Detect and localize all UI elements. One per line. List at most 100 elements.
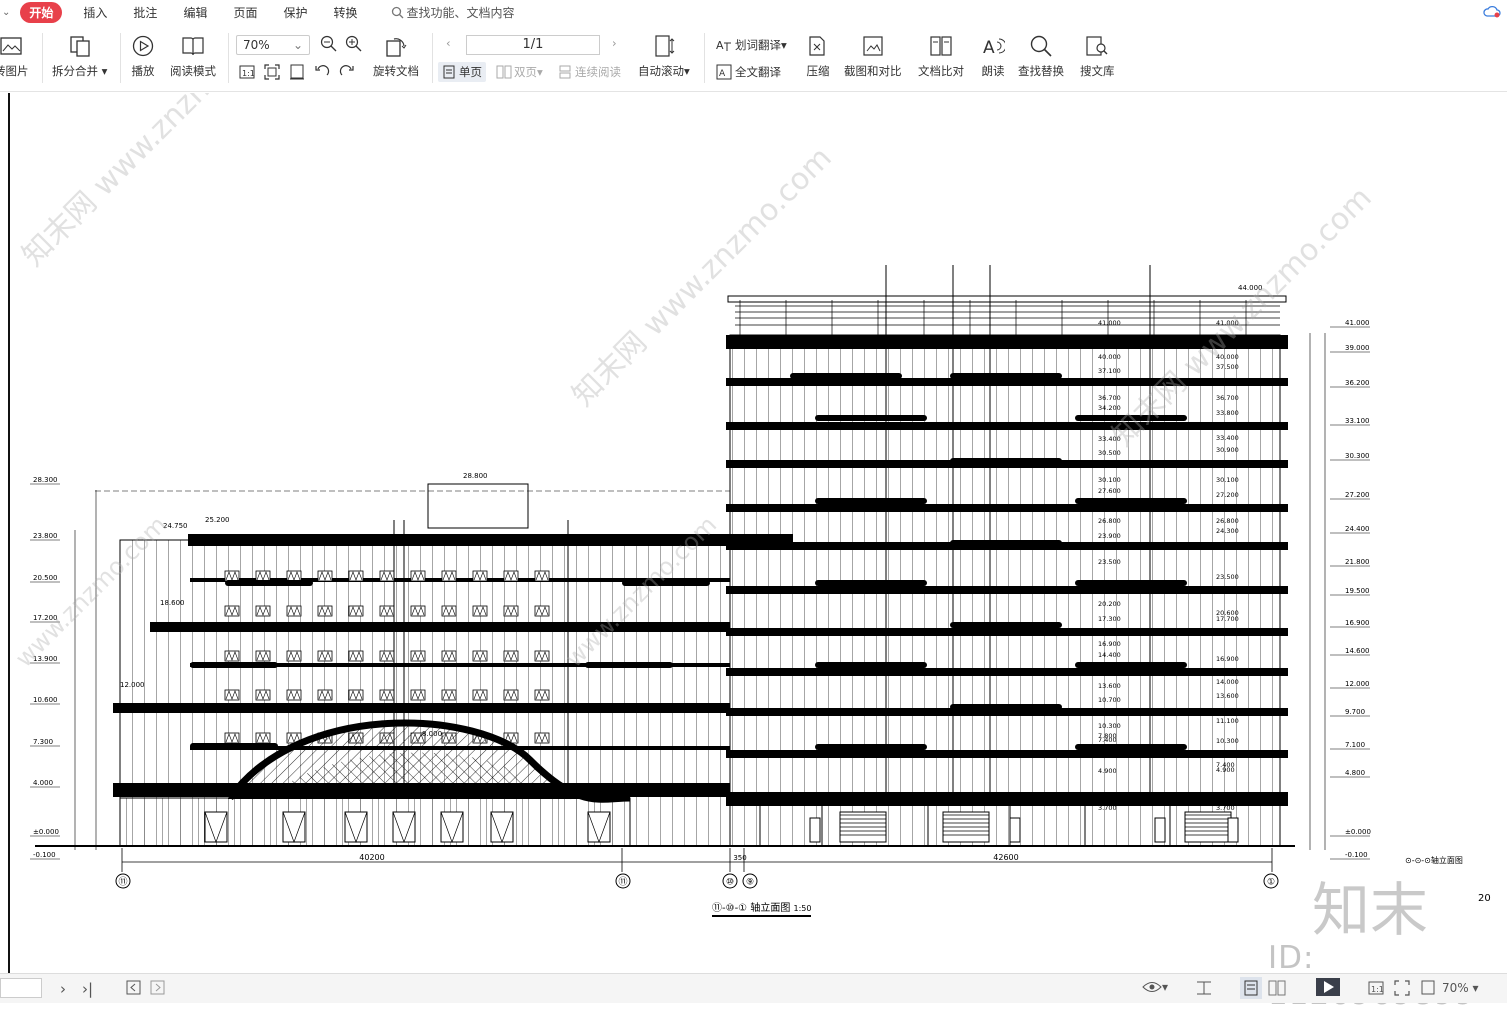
level-label: 14.600 bbox=[1345, 647, 1370, 655]
rotate-left-icon[interactable] bbox=[314, 64, 330, 80]
menu-page[interactable]: 页面 bbox=[233, 4, 257, 21]
menu-comment[interactable]: 批注 bbox=[133, 4, 157, 21]
svg-text:1:1: 1:1 bbox=[1371, 985, 1384, 994]
level-label: 30.100 bbox=[1216, 476, 1239, 484]
play-button[interactable]: 播放 bbox=[130, 33, 156, 79]
status-zoom[interactable]: 70% ▾ bbox=[1442, 981, 1479, 995]
screenshot-compare-button[interactable]: 截图和对比 bbox=[844, 33, 902, 79]
level-label: 20.500 bbox=[33, 574, 58, 582]
level-label: 27.200 bbox=[1216, 491, 1239, 499]
double-page-button[interactable]: 双页 ▾ bbox=[496, 64, 543, 80]
eye-icon[interactable]: ▾ bbox=[1142, 980, 1168, 994]
door bbox=[587, 811, 611, 843]
level-label: 16.900 bbox=[1216, 655, 1239, 663]
axis-label: ① bbox=[1267, 878, 1275, 888]
split-merge-button[interactable]: 拆分合并 ▾ bbox=[52, 33, 107, 79]
page-jump-input[interactable] bbox=[0, 978, 42, 998]
actual-size-icon[interactable]: 1:1 bbox=[1368, 980, 1384, 996]
level-label: 12.000 bbox=[120, 681, 145, 689]
level-label: 28.300 bbox=[33, 476, 58, 484]
menu-edit[interactable]: 编辑 bbox=[183, 4, 207, 21]
divider bbox=[120, 33, 121, 83]
auto-scroll-button[interactable]: 自动滚动▾ bbox=[638, 33, 690, 79]
toolbar: 转图片 拆分合并 ▾ 播放 阅读模式 70% ⌄ 1:1 旋转文档 ‹ 1/1 … bbox=[0, 25, 1507, 92]
level-label: 23.900 bbox=[1098, 532, 1121, 540]
level-label: 36.700 bbox=[1098, 394, 1121, 402]
document-canvas[interactable]: ⑪ ⑪ ⑩ ⑨ ① 40200 42600 350 28.300 23.800 20.500 17.2… bbox=[0, 93, 1507, 973]
last-page-icon[interactable]: ›| bbox=[82, 980, 93, 998]
zoom-out-icon[interactable] bbox=[320, 35, 338, 53]
balcony-bar bbox=[1075, 662, 1187, 668]
balcony-bar bbox=[950, 622, 1062, 628]
single-page-button[interactable]: 单页 bbox=[438, 62, 486, 82]
menu-convert[interactable]: 转换 bbox=[333, 4, 357, 21]
balcony-bar bbox=[1075, 498, 1187, 504]
search-library-button[interactable]: 搜文库 bbox=[1080, 33, 1115, 79]
balcony-bar bbox=[1075, 580, 1187, 586]
split-merge-icon bbox=[67, 33, 93, 59]
fit-page-icon[interactable] bbox=[1394, 980, 1410, 996]
level-label: -0.100 bbox=[33, 851, 56, 859]
axis-label: ⑨ bbox=[746, 878, 754, 888]
balcony-bar bbox=[815, 580, 927, 586]
doc-compare-button[interactable]: 文档比对 bbox=[918, 33, 964, 79]
actual-size-icon[interactable]: 1:1 bbox=[239, 64, 255, 80]
menu-protect[interactable]: 保护 bbox=[283, 4, 307, 21]
menu-insert[interactable]: 插入 bbox=[83, 4, 107, 21]
fit-width-icon[interactable] bbox=[289, 64, 305, 80]
word-translate-button[interactable]: A 划词翻译 ▾ bbox=[716, 37, 787, 53]
continuous-icon bbox=[559, 65, 571, 79]
next-view-icon[interactable] bbox=[150, 980, 165, 995]
svg-text:1:1: 1:1 bbox=[242, 69, 255, 78]
balcony-bar bbox=[790, 373, 902, 379]
next-page-icon[interactable]: › bbox=[60, 980, 66, 998]
function-search[interactable]: 查找功能、文档内容 bbox=[391, 4, 515, 21]
zoom-select[interactable]: 70% ⌄ bbox=[236, 35, 310, 55]
play-label: 播放 bbox=[131, 64, 155, 78]
search-icon bbox=[1028, 33, 1054, 59]
prev-page-icon[interactable]: ‹ bbox=[446, 36, 451, 50]
level-label: 3.700 bbox=[1216, 804, 1235, 812]
prev-view-icon[interactable] bbox=[126, 980, 141, 995]
chevron-down-icon[interactable]: ⌄ bbox=[2, 7, 10, 18]
double-page-view-icon[interactable] bbox=[1268, 980, 1286, 996]
svg-text:A: A bbox=[719, 69, 726, 79]
read-aloud-button[interactable]: A 朗读 bbox=[980, 33, 1006, 79]
level-label: 33.800 bbox=[1216, 409, 1239, 417]
level-label: 9.700 bbox=[1345, 708, 1365, 716]
find-replace-button[interactable]: 查找替换 bbox=[1018, 33, 1064, 79]
level-label: 19.500 bbox=[1345, 587, 1370, 595]
cloud-icon[interactable] bbox=[1483, 4, 1501, 21]
door bbox=[204, 811, 228, 843]
chevron-down-icon: ⌄ bbox=[292, 38, 303, 52]
svg-text:A: A bbox=[983, 38, 995, 58]
next-page-icon[interactable]: › bbox=[612, 36, 617, 50]
level-label: 10.300 bbox=[1216, 737, 1239, 745]
rotate-right-icon[interactable] bbox=[339, 64, 355, 80]
balcony-bar bbox=[190, 662, 278, 668]
rotate-doc-button[interactable]: 旋转文档 bbox=[373, 33, 419, 79]
sheet-legend: ⊙-⊙-⊙轴立面图 bbox=[1405, 856, 1463, 865]
page-indicator[interactable]: 1/1 bbox=[466, 35, 600, 55]
play-icon[interactable] bbox=[1316, 978, 1340, 996]
level-label: 17.300 bbox=[1098, 615, 1121, 623]
read-mode-button[interactable]: 阅读模式 bbox=[170, 33, 216, 79]
level-label: 16.900 bbox=[1345, 619, 1370, 627]
drawing-title: ⑪-⑩-① 轴立面图 1:50 bbox=[712, 899, 812, 917]
single-page-view-icon[interactable] bbox=[1240, 977, 1262, 999]
menu-start[interactable]: 开始 bbox=[20, 2, 63, 23]
fit-page-icon[interactable] bbox=[264, 64, 280, 80]
compress-button[interactable]: 压缩 bbox=[805, 33, 831, 79]
service-door bbox=[809, 817, 821, 843]
to-image-button[interactable]: 转图片 bbox=[0, 33, 29, 79]
level-label: -0.100 bbox=[1345, 851, 1368, 859]
split-view-icon[interactable] bbox=[1196, 980, 1212, 996]
menu-bar: ⌄ 开始 插入 批注 编辑 页面 保护 转换 查找功能、文档内容 bbox=[0, 0, 1507, 25]
full-translate-button[interactable]: A 全文翻译 bbox=[716, 64, 781, 80]
zoom-in-icon[interactable] bbox=[345, 35, 363, 53]
continuous-read-button[interactable]: 连续阅读 bbox=[558, 64, 621, 80]
balcony-bar bbox=[950, 458, 1062, 464]
rotate-doc-icon bbox=[383, 33, 409, 59]
level-label: 11.100 bbox=[1216, 717, 1239, 725]
fit-width-icon[interactable] bbox=[1420, 980, 1436, 996]
